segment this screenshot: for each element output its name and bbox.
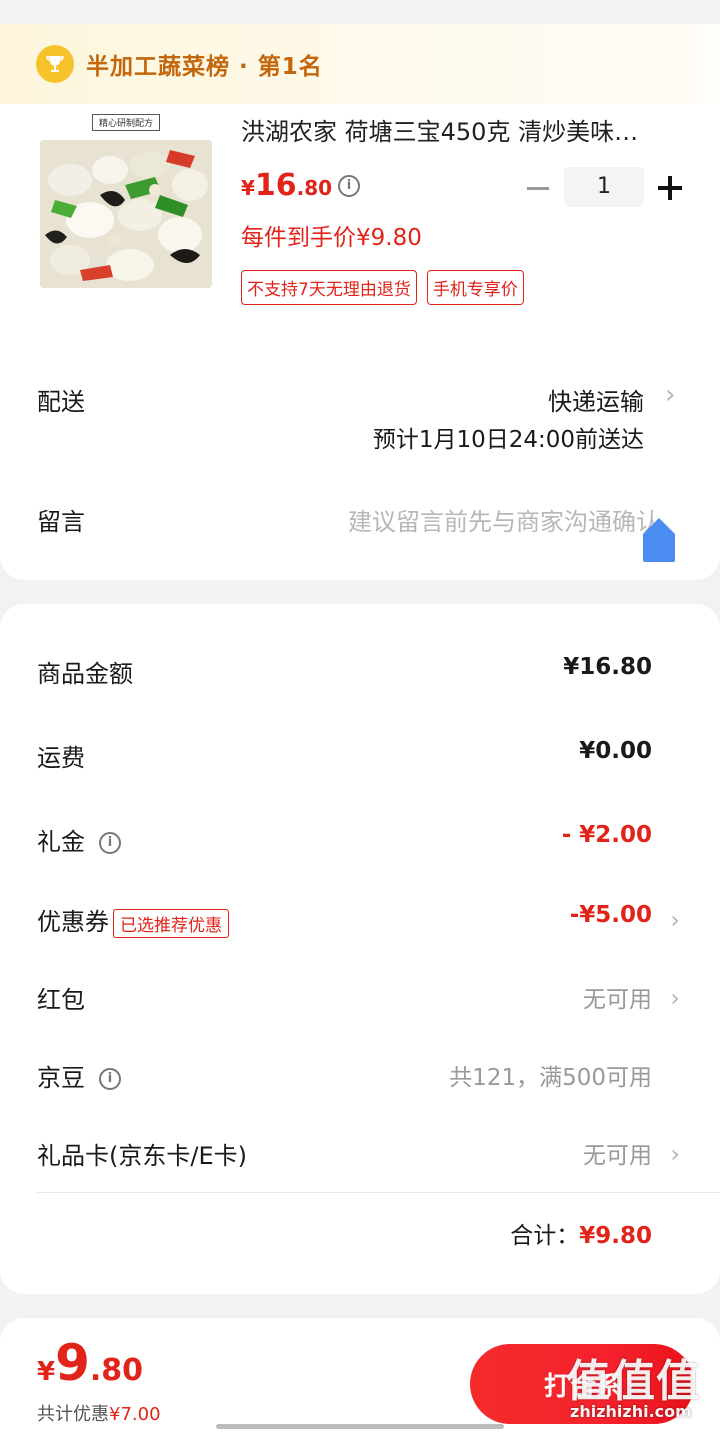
product-image-label: 精心研制配方 <box>91 114 160 131</box>
rank-banner[interactable]: 半加工蔬菜榜 · 第1名 <box>0 24 720 104</box>
chevron-right-icon[interactable]: › <box>665 380 675 410</box>
jingdou-label: 京豆 i <box>37 1058 121 1093</box>
gift-card-label: 礼品卡(京东卡/E卡) <box>37 1142 247 1170</box>
product-tags: 不支持7天无理由退货 手机专享价 <box>241 270 524 305</box>
mobile-exclusive-tag: 手机专享价 <box>426 270 524 305</box>
increase-quantity-button[interactable] <box>658 176 682 200</box>
quantity-input[interactable]: 1 <box>564 167 644 207</box>
jingdou-row: 京豆 i 共121，满500可用 <box>0 1058 720 1098</box>
checkout-page: 半加工蔬菜榜 · 第1名 精心研制配方 洪湖农家 荷塘三宝450克 清炒美味… … <box>0 0 720 1432</box>
coupon-recommended-tag: 已选推荐优惠 <box>113 908 229 938</box>
price-summary-card: 商品金额 ¥16.80 运费 ¥0.00 礼金 i - ¥2.00 优惠券 已选推荐… <box>0 604 720 1294</box>
divider <box>37 1192 720 1193</box>
gift-info-icon[interactable]: i <box>99 832 121 854</box>
gift-money-row: 礼金 i - ¥2.00 <box>0 822 720 862</box>
shipping-label: 运费 <box>37 744 85 772</box>
delivery-label: 配送 <box>37 388 85 416</box>
product-title[interactable]: 洪湖农家 荷塘三宝450克 清炒美味… <box>241 112 691 147</box>
jingdou-value: 共121，满500可用 <box>449 1065 652 1091</box>
goods-amount-label: 商品金额 <box>37 660 133 688</box>
no-return-tag: 不支持7天无理由退货 <box>241 270 417 305</box>
order-total: 合计：¥9.80 <box>510 1223 652 1249</box>
red-packet-value: 无可用 <box>583 987 652 1013</box>
shipping-value: ¥0.00 <box>579 738 652 764</box>
watermark-site: zhizhizhi.com <box>570 1402 692 1421</box>
payable-amount: ¥9.80 <box>37 1334 144 1392</box>
product-image[interactable]: 精心研制配方 <box>40 110 212 290</box>
red-packet-label: 红包 <box>37 986 85 1014</box>
price-info-icon[interactable]: i <box>338 175 360 197</box>
jingdou-info-icon[interactable]: i <box>99 1068 121 1090</box>
trophy-icon <box>36 45 74 83</box>
goods-amount-value: ¥16.80 <box>563 654 652 680</box>
chevron-right-icon[interactable]: › <box>670 984 680 1012</box>
red-packet-row[interactable]: 红包 无可用 › <box>0 980 720 1020</box>
coupon-row[interactable]: 优惠券 已选推荐优惠 -¥5.00 › <box>0 902 720 942</box>
message-label: 留言 <box>37 508 85 536</box>
unit-price: ¥16.80 <box>241 168 333 203</box>
floating-up-icon[interactable] <box>641 516 677 562</box>
goods-amount-row: 商品金额 ¥16.80 <box>0 654 720 694</box>
decrease-quantity-button[interactable] <box>527 187 549 190</box>
shipping-row: 运费 ¥0.00 <box>0 738 720 778</box>
gift-money-label: 礼金 i <box>37 822 121 857</box>
dish-photo <box>40 140 212 288</box>
final-unit-price: 每件到手价¥9.80 <box>241 225 422 251</box>
message-input[interactable]: 建议留言前先与商家沟通确认 <box>348 502 660 537</box>
delivery-method[interactable]: 快递运输 <box>548 382 644 417</box>
coupon-value: -¥5.00 <box>569 902 652 928</box>
gift-card-value: 无可用 <box>583 1143 652 1169</box>
gift-card-row[interactable]: 礼品卡(京东卡/E卡) 无可用 › <box>0 1136 720 1176</box>
rank-text: 半加工蔬菜榜 · 第1名 <box>86 54 323 80</box>
gift-money-value: - ¥2.00 <box>561 822 652 848</box>
total-discount: 共计优惠¥7.00 <box>37 1404 161 1425</box>
home-indicator[interactable] <box>216 1424 504 1429</box>
watermark-logo: 值值值 <box>566 1356 701 1407</box>
delivery-eta: 预计1月10日24:00前送达 <box>372 427 644 453</box>
chevron-right-icon[interactable]: › <box>670 1140 680 1168</box>
chevron-right-icon[interactable]: › <box>670 906 680 934</box>
coupon-label: 优惠券 已选推荐优惠 <box>37 902 229 938</box>
